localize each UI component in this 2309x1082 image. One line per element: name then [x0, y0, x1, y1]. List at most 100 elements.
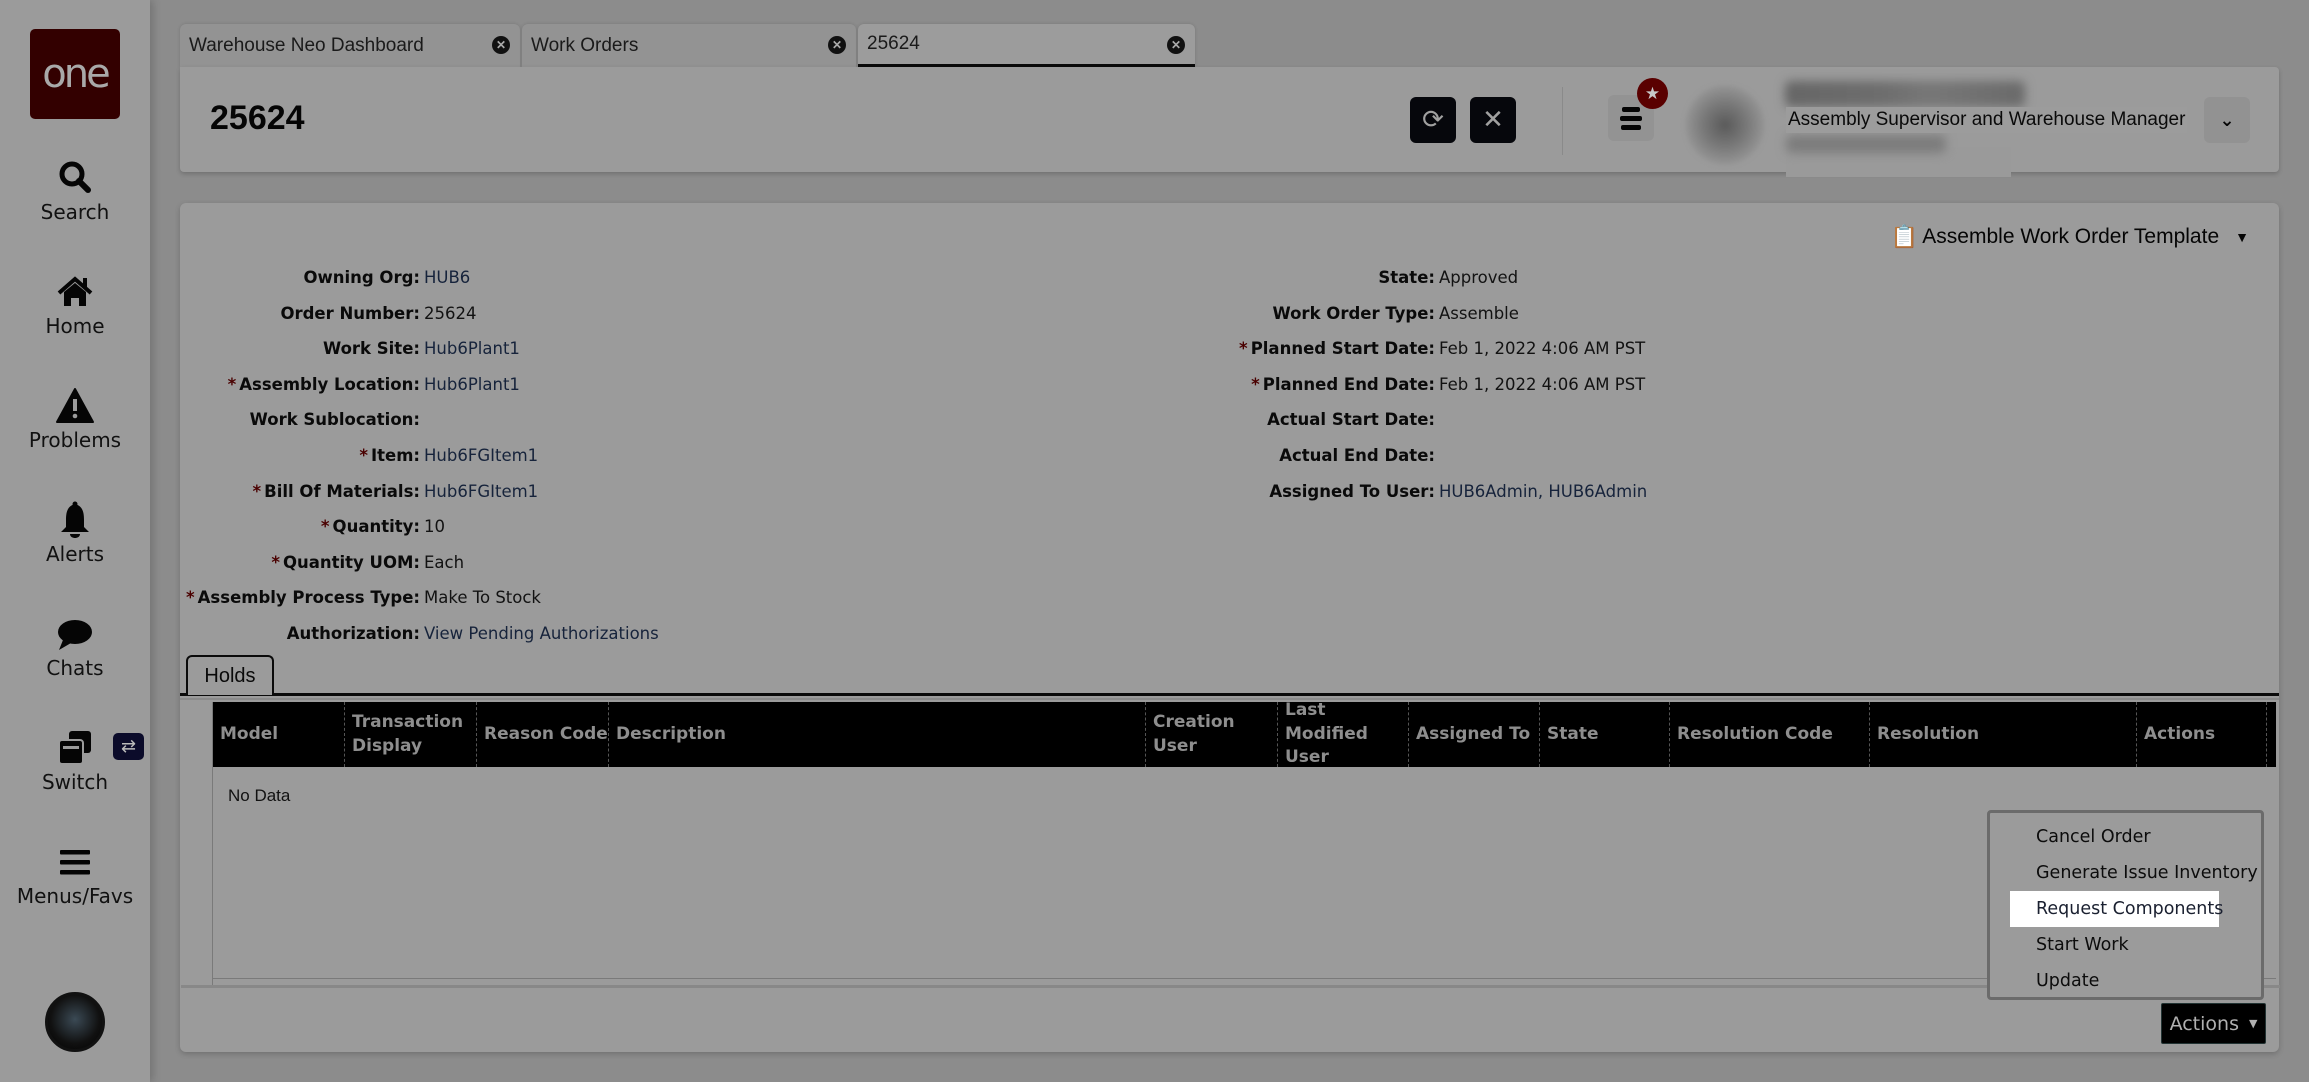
user-menu-dropdown[interactable]: ⌄ [2204, 97, 2250, 143]
user-avatar[interactable] [1685, 85, 1765, 165]
close-tab-icon[interactable]: ✕ [828, 36, 846, 54]
menu-item-cancel-order[interactable]: Cancel Order [2010, 819, 2219, 855]
field-label-text: Planned End Date: [1262, 374, 1435, 394]
menu-line [1622, 106, 1640, 112]
field-value[interactable]: Hub6Plant1 [424, 339, 520, 358]
table-footer-border [181, 985, 2280, 988]
field-label-text: Item: [370, 446, 420, 465]
column-header-creation-user[interactable]: Creation User [1146, 702, 1278, 767]
sidebar-item-menus-favs[interactable]: Menus/Favs [0, 842, 150, 908]
column-header-state[interactable]: State [1540, 702, 1670, 767]
field-label-text: Bill Of Materials: [264, 481, 420, 501]
field-value[interactable]: HUB6 [424, 268, 470, 287]
actions-button[interactable]: Actions ▼ [2161, 1003, 2266, 1044]
field-label: Work Site: [323, 339, 420, 358]
chat-icon [58, 620, 92, 650]
sidebar-item-chats[interactable]: Chats [0, 614, 150, 680]
tab-holds[interactable]: Holds [186, 655, 274, 695]
field-value[interactable]: View Pending Authorizations [424, 624, 659, 643]
field-label: * Assembly Process Type: [186, 588, 420, 607]
required-marker: * [252, 481, 262, 501]
column-header-actions[interactable]: Actions [2137, 702, 2267, 767]
field-label-text: Planned Start Date: [1250, 339, 1435, 359]
sidebar-label-switch: Switch [41, 770, 109, 794]
required-marker: * [227, 374, 237, 394]
field-value: Approved [1439, 268, 1519, 287]
column-header-last-modified-user[interactable]: Last Modified User [1278, 700, 1409, 767]
field-label: Order Number: [280, 304, 420, 323]
field-value: 25624 [424, 303, 477, 323]
column-header-resolution-code[interactable]: Resolution Code [1670, 702, 1870, 767]
sidebar-item-problems[interactable]: Problems [0, 386, 150, 452]
holds-tab-underline-secondary [180, 698, 2279, 700]
refresh-button[interactable]: ⟳ [1410, 97, 1456, 143]
sidebar-label-home: Home [45, 314, 105, 338]
field-label-text: Order Number: [280, 303, 420, 323]
field-label-text: Assembly Location: [239, 374, 420, 394]
field-value: 10 [424, 517, 445, 537]
field-value: Feb 1, 2022 4:06 AM PST [1439, 339, 1646, 359]
menu-item-generate-issue-inventory[interactable]: Generate Issue Inventory [2010, 855, 2258, 891]
field-label: Actual End Date: [1279, 446, 1435, 465]
caret-down-icon: ▼ [2235, 229, 2249, 245]
field-label: Owning Org: [303, 268, 420, 287]
holds-table: Model Transaction Display Reason Code De… [181, 700, 2280, 988]
tab-bar: Warehouse Neo Dashboard ✕ Work Orders ✕ … [180, 24, 1197, 67]
field-value[interactable]: Hub6FGItem1 [424, 482, 538, 501]
switch-badge-glyph: ⇄ [120, 736, 137, 757]
tab-work-orders[interactable]: Work Orders ✕ [522, 24, 856, 67]
actions-button-label: Actions [2169, 1012, 2239, 1035]
menu-item-request-components[interactable]: Request Components [2010, 891, 2223, 927]
close-tab-icon[interactable]: ✕ [1167, 36, 1185, 54]
field-label-text: Owning Org: [303, 268, 420, 287]
column-header-assigned-to[interactable]: Assigned To [1409, 702, 1540, 767]
field-label: * Assembly Location: [228, 375, 420, 394]
switch-arrows-icon[interactable]: ⇄ [113, 733, 144, 760]
sidebar-item-home[interactable]: Home [0, 272, 150, 338]
field-label: Work Order Type: [1272, 304, 1435, 323]
tab-label: 25624 [867, 33, 920, 54]
field-label: * Planned Start Date: [1239, 339, 1435, 358]
chevron-down-icon: ⌄ [2219, 109, 2235, 131]
user-name-redacted [1785, 81, 2025, 107]
column-header-model[interactable]: Model [213, 702, 345, 767]
holds-table-header: Model Transaction Display Reason Code De… [213, 700, 2276, 767]
field-value[interactable]: Hub6FGItem1 [424, 446, 538, 465]
field-label: Work Sublocation: [250, 410, 420, 429]
field-label-text: Work Site: [322, 339, 420, 359]
close-page-button[interactable]: ✕ [1470, 97, 1516, 143]
tab-warehouse-neo-dashboard[interactable]: Warehouse Neo Dashboard ✕ [180, 24, 520, 67]
assistant-avatar[interactable] [45, 992, 105, 1052]
tab-label: Warehouse Neo Dashboard [189, 34, 424, 56]
column-header-transaction-display[interactable]: Transaction Display [345, 702, 477, 767]
required-marker: * [271, 552, 280, 572]
menu-line [1621, 124, 1641, 130]
column-header-description[interactable]: Description [609, 702, 1146, 767]
holds-tab-label: Holds [204, 664, 256, 687]
caret-down-icon: ▼ [2248, 1017, 2258, 1030]
field-label-text: Work Order Type: [1272, 303, 1435, 323]
column-header-reason-code[interactable]: Reason Code [477, 702, 609, 767]
field-label: Assigned To User: [1269, 482, 1435, 501]
field-value[interactable]: HUB6Admin, HUB6Admin [1439, 482, 1647, 501]
field-label: Authorization: [287, 624, 420, 643]
app-logo[interactable]: one [30, 29, 120, 119]
document-copy-icon: 📋 [1890, 224, 1919, 249]
sidebar-item-alerts[interactable]: Alerts [0, 500, 150, 566]
menu-item-start-work[interactable]: Start Work [2010, 927, 2219, 963]
tab-25624[interactable]: 25624 ✕ [858, 24, 1195, 67]
field-value: Each [424, 552, 465, 572]
field-label-text: Actual Start Date: [1267, 410, 1435, 430]
required-marker: * [359, 446, 368, 465]
menu-item-update[interactable]: Update [2010, 963, 2219, 999]
menu-line [1620, 115, 1642, 121]
field-label: * Quantity: [321, 517, 420, 536]
sidebar-item-search[interactable]: Search [0, 158, 150, 224]
template-selector[interactable]: 📋 Assemble Work Order Template ▼ [1891, 224, 2249, 250]
field-value[interactable]: Hub6Plant1 [424, 375, 520, 394]
warning-icon [56, 388, 94, 423]
user-org-redacted [1786, 135, 1946, 153]
close-tab-icon[interactable]: ✕ [492, 36, 510, 54]
column-header-resolution[interactable]: Resolution [1870, 702, 2137, 767]
field-label-text: Quantity: [332, 517, 420, 537]
